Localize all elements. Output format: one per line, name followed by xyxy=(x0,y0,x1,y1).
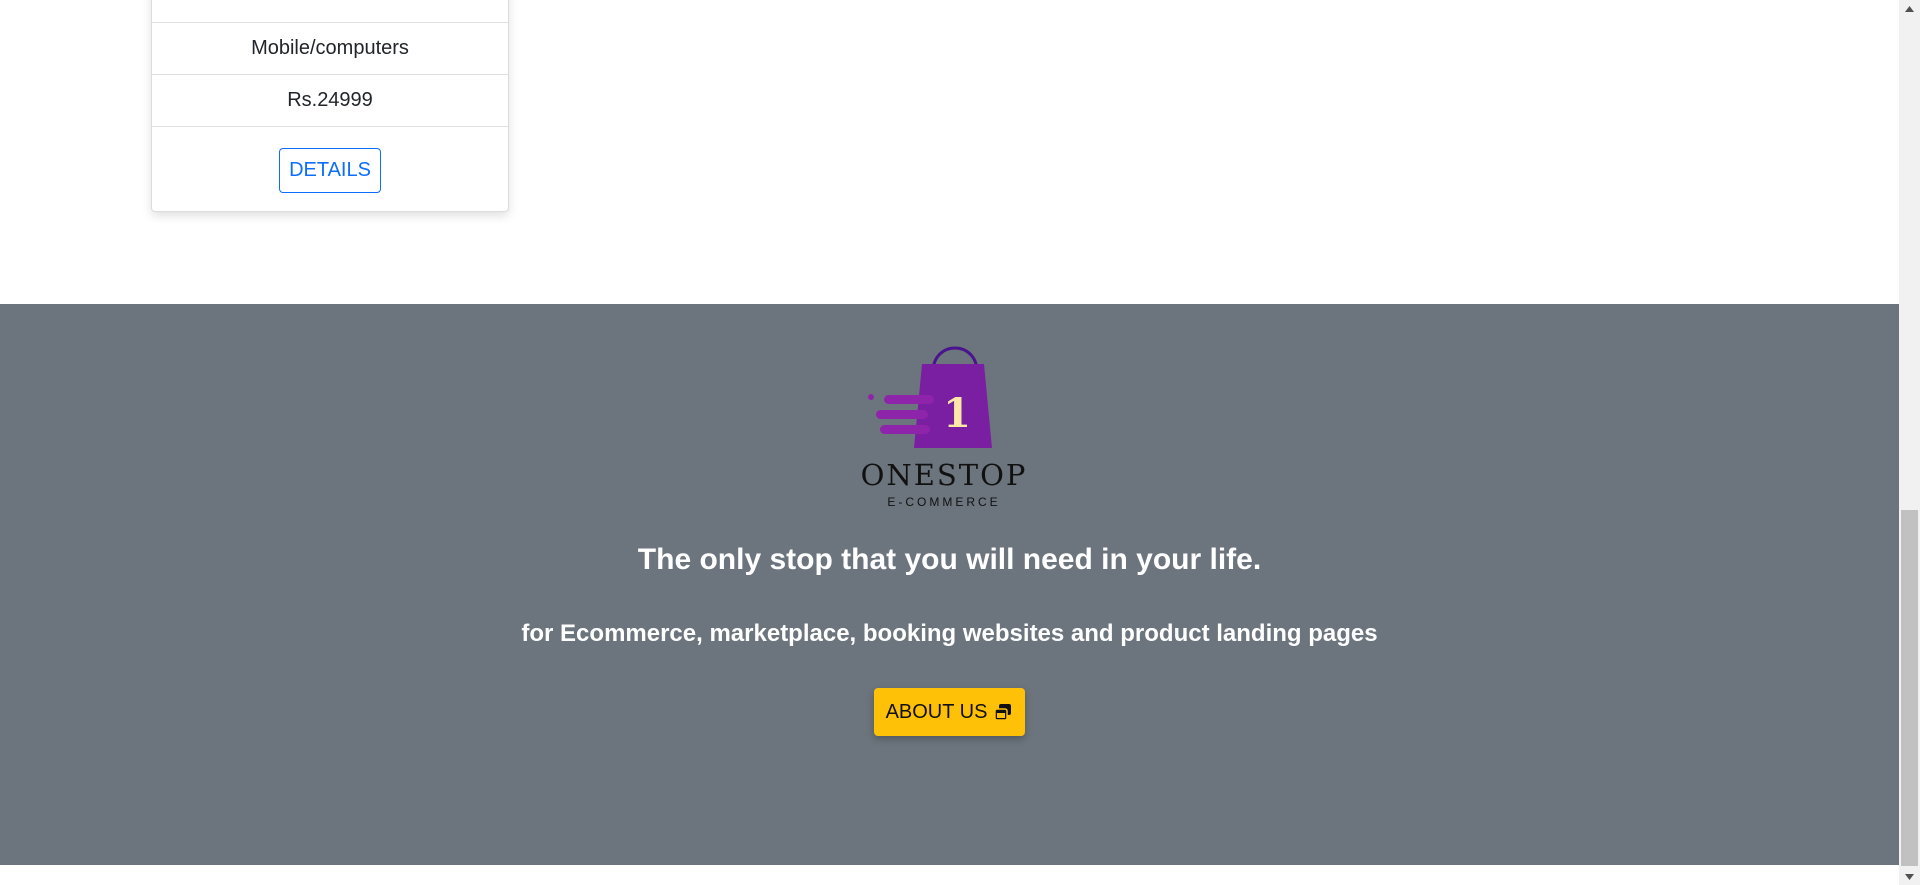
footer-subline: for Ecommerce, marketplace, booking webs… xyxy=(521,620,1378,647)
product-category: Mobile/computers xyxy=(152,22,508,74)
about-us-label: ABOUT US xyxy=(885,700,988,723)
window-restore-icon xyxy=(993,702,1013,722)
product-actions: DETAILS xyxy=(152,126,508,213)
product-price: Rs.24999 xyxy=(152,74,508,126)
logo-subtitle: E-COMMERCE xyxy=(887,495,1001,509)
page: Mobile/computers Rs.24999 DETAILS 1 ONES… xyxy=(0,0,1899,885)
footer: 1 ONESTOP E-COMMERCE The only stop that … xyxy=(0,304,1899,865)
about-us-button[interactable]: ABOUT US xyxy=(874,688,1025,736)
svg-text:1: 1 xyxy=(943,390,971,437)
vertical-scrollbar[interactable] xyxy=(1899,0,1920,885)
arrow-up-icon[interactable] xyxy=(1899,0,1920,17)
footer-tagline: The only stop that you will need in your… xyxy=(637,543,1262,576)
arrow-down-icon[interactable] xyxy=(1899,868,1920,885)
details-button[interactable]: DETAILS xyxy=(279,147,381,193)
product-card: Mobile/computers Rs.24999 DETAILS xyxy=(151,0,509,212)
product-category-text: Mobile/computers xyxy=(251,37,409,59)
product-price-text: Rs.24999 xyxy=(287,89,373,111)
logo-name: ONESTOP xyxy=(860,458,1028,492)
scrollbar-thumb[interactable] xyxy=(1901,510,1918,866)
